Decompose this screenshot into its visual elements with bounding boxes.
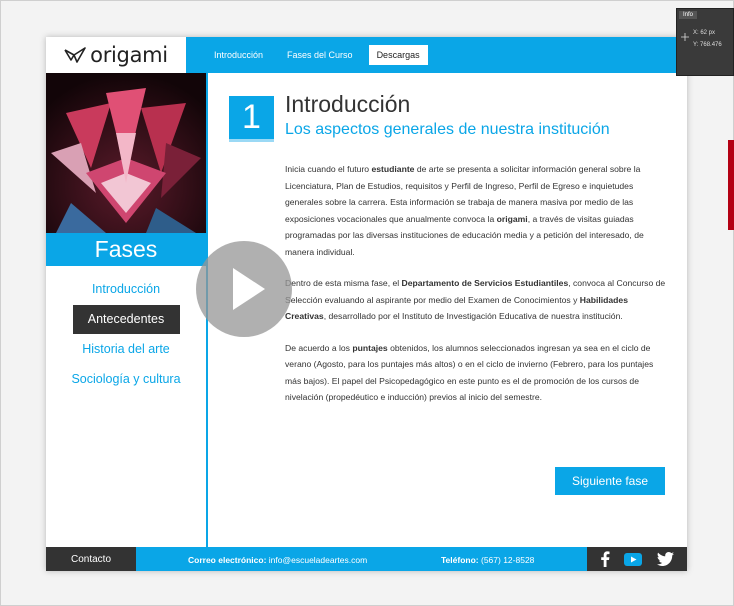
info-panel: Info X: 62 px Y: 768.476 xyxy=(676,8,734,76)
logo[interactable]: origami xyxy=(46,37,186,73)
email-label: Correo electrónico: xyxy=(188,555,267,565)
sidebar-item-sociologia-y-cultura[interactable]: Sociología y cultura xyxy=(46,365,206,394)
email-value[interactable]: info@escueladeartes.com xyxy=(269,555,367,565)
origami-bird-icon xyxy=(64,47,86,63)
page-title: Introducción xyxy=(285,91,411,117)
youtube-icon[interactable] xyxy=(624,552,643,566)
main-nav: Introducción Fases del Curso Descargas xyxy=(206,37,428,73)
paragraph: Dentro de esta misma fase, el Departamen… xyxy=(285,278,666,321)
email-info: Correo electrónico: info@escueladeartes.… xyxy=(188,555,367,565)
info-tab[interactable]: Info xyxy=(679,11,698,19)
next-phase-button[interactable]: Siguiente fase xyxy=(555,467,665,495)
social-links xyxy=(587,547,687,571)
x-value: 62 px xyxy=(700,30,716,36)
footer: Contacto Correo electrónico: info@escuel… xyxy=(46,547,687,571)
twitter-icon[interactable] xyxy=(656,552,674,566)
paragraph: De acuerdo a los puntajes obtenidos, los… xyxy=(285,342,654,403)
video-play-button[interactable] xyxy=(196,241,292,337)
sidebar-item-historia-del-arte[interactable]: Historia del arte xyxy=(46,335,206,364)
page-card: origami Introducción Fases del Curso Des… xyxy=(46,37,687,571)
phone-value: (567) 12-8528 xyxy=(481,555,535,565)
phase-menu: Introducción Antecedentes Historia del a… xyxy=(46,275,206,395)
paragraph: Inicia cuando el futuro estudiante de ar… xyxy=(285,164,644,257)
y-value: 768.476 xyxy=(700,42,722,48)
phone-info: Teléfono: (567) 12-8528 xyxy=(441,555,534,565)
contact-button[interactable]: Contacto xyxy=(46,547,136,571)
nav-descargas[interactable]: Descargas xyxy=(368,45,428,65)
x-coordinate: X: 62 px xyxy=(693,30,715,36)
origami-photo xyxy=(46,73,206,233)
nav-fases-del-curso[interactable]: Fases del Curso xyxy=(279,45,361,65)
background-window-edge xyxy=(728,140,734,230)
phase-number-badge: 1 xyxy=(229,96,274,142)
sidebar: Fases Introducción Antecedentes Historia… xyxy=(46,73,206,547)
y-label: Y: xyxy=(693,42,699,48)
sidebar-item-antecedentes[interactable]: Antecedentes xyxy=(72,305,180,334)
body-text: Inicia cuando el futuro estudiante de ar… xyxy=(285,161,667,421)
y-coordinate: Y: 768.476 xyxy=(693,42,722,48)
logo-text: origami xyxy=(90,43,168,67)
fases-heading: Fases xyxy=(46,233,206,266)
page-subtitle: Los aspectos generales de nuestra instit… xyxy=(285,121,610,138)
top-navigation-bar: origami Introducción Fases del Curso Des… xyxy=(46,37,687,73)
phone-label: Teléfono: xyxy=(441,555,479,565)
x-label: X: xyxy=(693,30,699,36)
crosshair-icon xyxy=(681,33,689,41)
facebook-icon[interactable] xyxy=(600,551,610,567)
nav-introduccion[interactable]: Introducción xyxy=(206,45,271,65)
sidebar-item-introduccion[interactable]: Introducción xyxy=(46,275,206,304)
